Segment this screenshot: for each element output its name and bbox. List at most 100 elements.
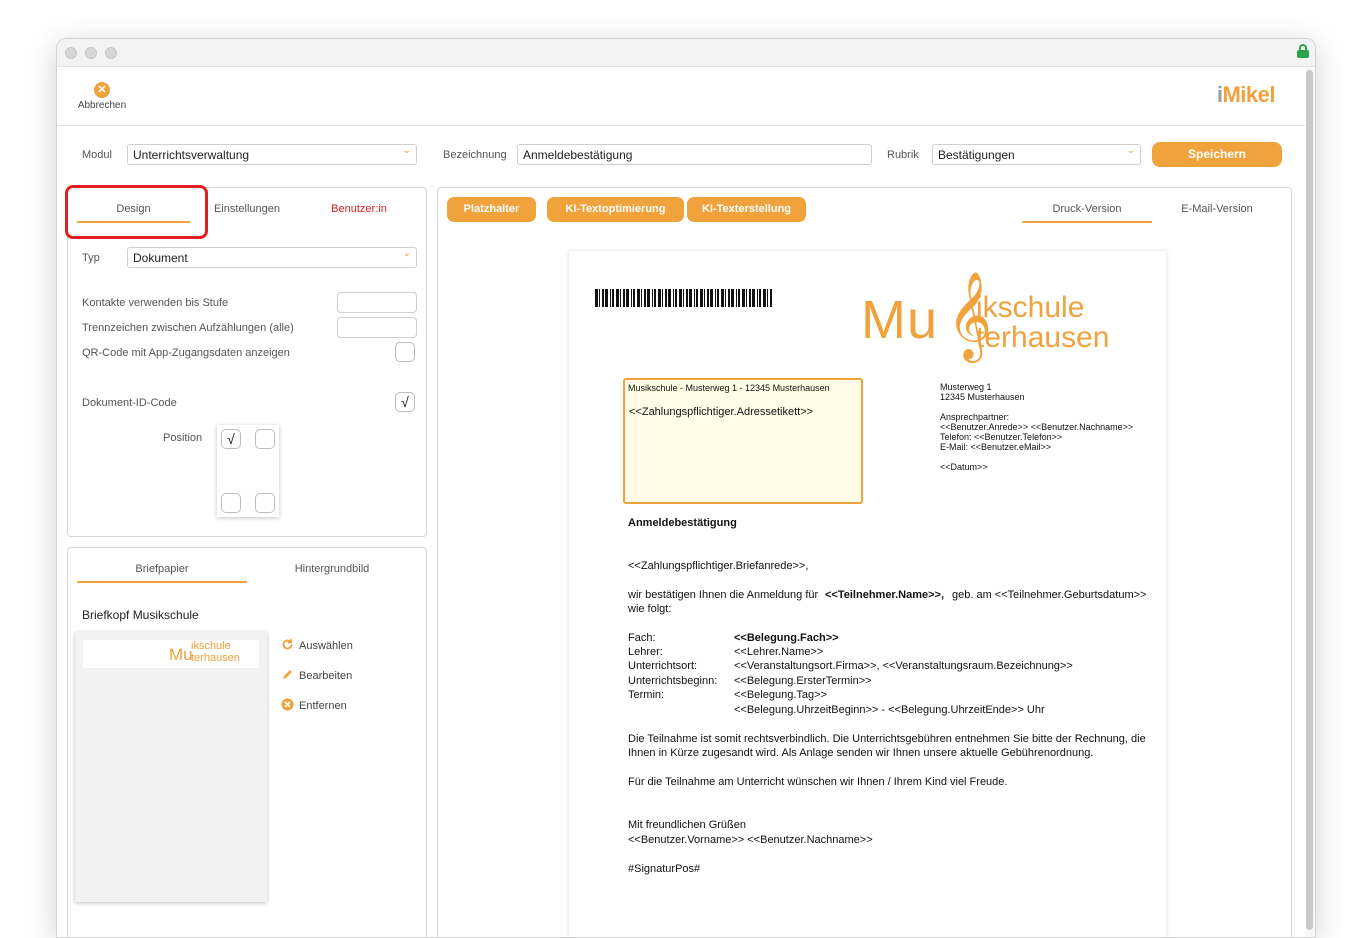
musikschule-logo: Mu 𝄞 ikschule terhausen [861,277,1151,369]
rubrik-select[interactable]: Bestätigungen ⌄ [932,144,1141,165]
document-preview[interactable]: Mu 𝄞 ikschule terhausen Musikschule - Mu… [569,251,1166,937]
intro-continuation: wie folgt: [628,603,672,615]
title-bar [57,39,1315,67]
cancel-label: Abbrechen [77,100,127,111]
qr-code-label: QR-Code mit App-Zugangsdaten anzeigen [82,347,290,359]
typ-select[interactable]: Dokument ⌄ [127,247,417,268]
close-window-button[interactable] [65,47,77,59]
position-top-left-checkbox[interactable]: √ [221,429,241,449]
address-box[interactable]: Musikschule - Musterweg 1 - 12345 Muster… [623,378,863,504]
modul-value: Unterrichtsverwaltung [133,148,250,162]
detail-value: <<Belegung.ErsterTermin>> [734,675,872,687]
detail-value: <<Veranstaltungsort.Firma>>, <<Veranstal… [734,660,1073,672]
contact-line [940,452,1133,462]
address-placeholder: <<Zahlungspflichtiger.Adressetikett>> [629,406,814,418]
design-tab-highlight [65,185,208,239]
ki-texterstellung-button[interactable]: KI-Texterstellung [687,197,806,222]
bearbeiten-button[interactable]: Bearbeiten [281,668,352,682]
tab-benutzer[interactable]: Benutzer:in [319,203,399,215]
position-label: Position [163,432,203,444]
typ-label: Typ [82,252,100,264]
trennzeichen-label: Trennzeichen zwischen Aufzählungen (alle… [82,322,294,334]
briefkopf-thumbnail[interactable]: Mu ikschule terhausen [75,632,267,902]
close-icon: ✕ [94,82,110,98]
document-subject: Anmeldebestätigung [628,517,737,529]
kontakte-stufe-input[interactable] [337,292,417,313]
barcode [595,289,772,307]
refresh-icon [281,638,294,651]
save-button[interactable]: Speichern [1152,142,1282,167]
trennzeichen-input[interactable] [337,317,417,338]
auswaehlen-button[interactable]: Auswählen [281,638,353,652]
signer: <<Benutzer.Vorname>> <<Benutzer.Nachname… [628,834,873,846]
position-top-right-checkbox[interactable] [255,429,275,449]
modul-select[interactable]: Unterrichtsverwaltung ⌄ [127,144,417,165]
contact-line: Telefon: <<Benutzer.Telefon>> [940,432,1063,442]
qr-code-checkbox[interactable] [395,342,415,362]
pencil-icon [281,668,294,681]
detail-key: Fach: [628,632,656,644]
logo-line2: terhausen [976,321,1110,354]
position-bottom-left-checkbox[interactable] [221,493,241,513]
detail-value: <<Belegung.UhrzeitBeginn>> - <<Belegung.… [734,704,1045,716]
detail-value: <<Belegung.Tag>> [734,689,827,701]
position-bottom-right-checkbox[interactable] [255,493,275,513]
modul-label: Modul [82,149,112,161]
contact-line: E-Mail: <<Benutzer.eMail>> [940,442,1052,452]
cancel-button[interactable]: ✕ Abbrechen [75,80,129,111]
chevron-down-icon: ⌄ [1126,145,1135,156]
contact-line: <<Datum>> [940,462,988,472]
paragraph-line: Für die Teilnahme am Unterricht wünschen… [628,776,1008,788]
dokument-id-label: Dokument-ID-Code [82,397,177,409]
closing: Mit freundlichen Grüßen [628,819,746,831]
imikel-logo: iMikel [1216,82,1276,107]
birthdate-text: geb. am <<Teilnehmer.Geburtsdatum>> [952,589,1147,601]
briefkopf-title: Briefkopf Musikschule [82,608,199,622]
thumbnail-logo-area: Mu ikschule terhausen [83,640,259,668]
thumbnail-logo-line1: ikschule [191,640,231,652]
detail-key: Termin: [628,689,665,701]
minimize-window-button[interactable] [85,47,97,59]
tab-hintergrundbild[interactable]: Hintergrundbild [247,563,417,575]
contact-info-block: Musterweg 1 12345 Musterhausen Ansprechp… [940,382,1133,472]
contact-line [940,402,1133,412]
participant-name: <<Teilnehmer.Name>>, [825,589,945,601]
chevron-down-icon: ⌄ [402,248,411,259]
intro-text: wir bestätigen Ihnen die Anmeldung für [628,589,819,601]
contact-line: <<Benutzer.Anrede>> <<Benutzer.Nachname>… [940,422,1134,432]
contact-line: Ansprechpartner: [940,412,1010,422]
window-scrollbar[interactable] [1305,68,1315,937]
lock-icon [1297,44,1309,58]
detail-key: Unterrichtsort: [628,660,698,672]
scrollbar-thumb[interactable] [1306,70,1313,930]
entfernen-button[interactable]: Entfernen [281,698,347,712]
tab-einstellungen[interactable]: Einstellungen [207,203,287,215]
typ-value: Dokument [133,251,188,265]
zoom-window-button[interactable] [105,47,117,59]
logo-line1: ikschule [976,291,1085,324]
rubrik-value: Bestätigungen [938,148,1015,162]
contact-line: 12345 Musterhausen [940,392,1025,402]
toolbar: ✕ Abbrechen iMikel [57,68,1305,126]
remove-icon [281,698,294,711]
detail-key: Unterrichtsbeginn: [628,675,718,687]
logo-prefix: Mu [861,290,939,350]
bezeichnung-label: Bezeichnung [443,149,507,161]
tab-druck-version[interactable]: Druck-Version [1022,203,1152,223]
app-window: ✕ Abbrechen iMikel Modul Unterrichtsverw… [56,38,1316,938]
ki-textoptimierung-button[interactable]: KI-Textoptimierung [547,197,684,222]
detail-key: Lehrer: [628,646,663,658]
tab-email-version[interactable]: E-Mail-Version [1157,203,1277,215]
kontakte-label: Kontakte verwenden bis Stufe [82,297,229,309]
chevron-down-icon: ⌄ [402,145,411,156]
platzhalter-button[interactable]: Platzhalter [447,197,536,222]
bezeichnung-input[interactable]: Anmeldebestätigung [517,144,872,165]
dokument-id-checkbox[interactable]: √ [395,392,415,412]
thumbnail-logo-prefix: Mu [169,645,193,664]
paragraph-line: Die Teilnahme ist somit rechtsverbindlic… [628,733,1146,745]
detail-value: <<Belegung.Fach>> [734,632,839,644]
paragraph-line: Ihnen in Kürze zugesandt wird. Als Anlag… [628,747,1094,759]
salutation: <<Zahlungspflichtiger.Briefanrede>>, [628,560,809,572]
contact-line: Musterweg 1 [940,382,992,392]
tab-briefpapier[interactable]: Briefpapier [77,563,247,583]
